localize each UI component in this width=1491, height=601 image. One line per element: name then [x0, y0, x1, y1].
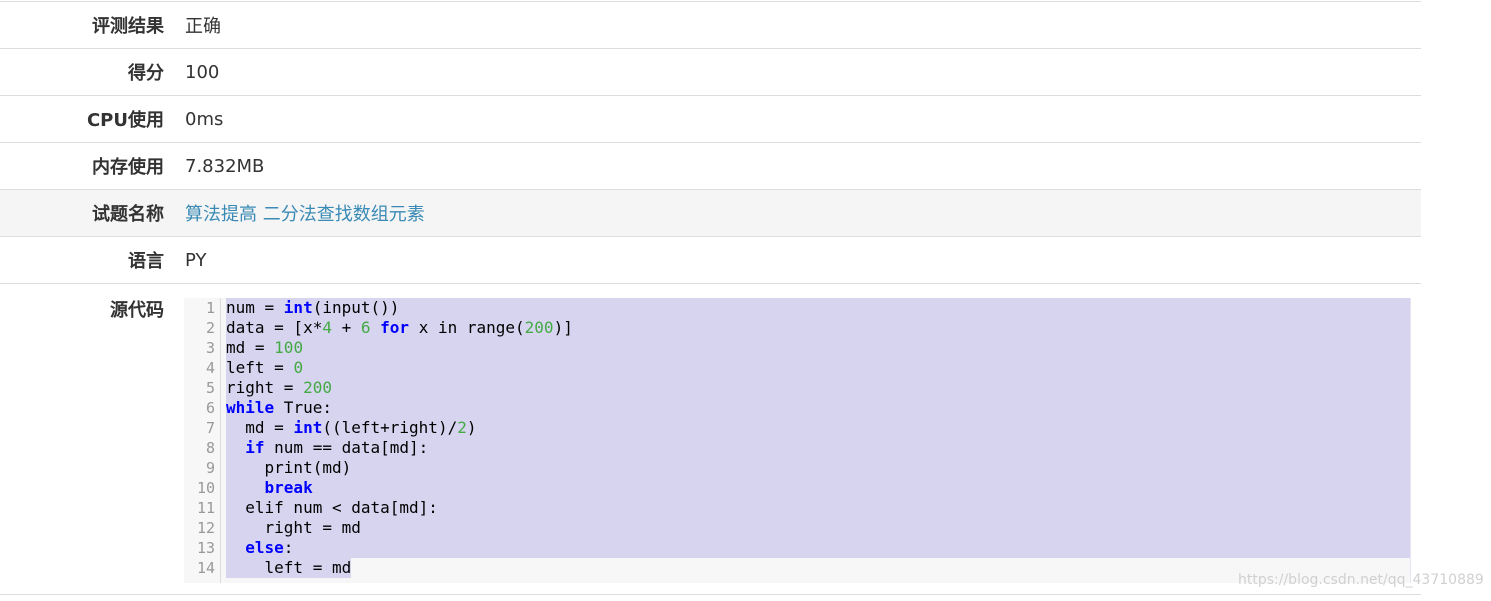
watermark: https://blog.csdn.net/qq_43710889 — [1238, 572, 1484, 588]
row-language: 语言 PY — [0, 237, 1421, 284]
code-line: left = 0 — [226, 358, 1410, 378]
problem-link[interactable]: 算法提高 二分法查找数组元素 — [185, 204, 425, 225]
code-line: right = md — [226, 518, 1410, 538]
label-result: 评测结果 — [92, 16, 164, 37]
code-line: elif num < data[md]: — [226, 498, 1410, 518]
value-problem-name: 算法提高 二分法查找数组元素 — [164, 200, 425, 226]
line-number: 1 — [205, 299, 215, 317]
line-number: 6 — [205, 399, 215, 417]
code-line: num = int(input()) — [226, 298, 1410, 318]
line-number: 5 — [205, 379, 215, 397]
row-result: 评测结果 正确 — [0, 2, 1421, 49]
row-cpu: CPU使用 0ms — [0, 96, 1421, 143]
code-viewer[interactable]: 1 2 3 4 5 6 7 8 9 10 11 12 13 14 num = i… — [184, 298, 1411, 583]
line-number: 14 — [196, 559, 215, 577]
line-number: 3 — [205, 339, 215, 357]
code-line: print(md) — [226, 458, 1410, 478]
line-number: 12 — [196, 519, 215, 537]
value-language: PY — [185, 249, 207, 271]
line-number: 10 — [196, 479, 215, 497]
value-result: 正确 — [185, 16, 221, 37]
line-number: 2 — [205, 319, 215, 337]
label-problem-name: 试题名称 — [92, 204, 164, 225]
line-number: 8 — [205, 439, 215, 457]
value-cpu: 0ms — [185, 108, 224, 130]
row-problem-name: 试题名称 算法提高 二分法查找数组元素 — [0, 190, 1421, 237]
code-line: data = [x*4 + 6 for x in range(200)] — [226, 318, 1410, 338]
line-number: 7 — [205, 419, 215, 437]
label-cpu: CPU使用 — [86, 110, 164, 131]
line-number: 11 — [196, 499, 215, 517]
value-score: 100 — [185, 61, 220, 83]
code-line: md = 100 — [226, 338, 1410, 358]
label-language: 语言 — [128, 251, 164, 272]
line-number: 4 — [205, 359, 215, 377]
code-lines[interactable]: num = int(input()) data = [x*4 + 6 for x… — [226, 298, 1410, 578]
code-line: right = 200 — [226, 378, 1410, 398]
line-number: 13 — [196, 539, 215, 557]
code-line: while True: — [226, 398, 1410, 418]
line-number-gutter: 1 2 3 4 5 6 7 8 9 10 11 12 13 14 — [184, 298, 221, 583]
code-line: left = md — [226, 558, 352, 578]
label-source-code: 源代码 — [110, 300, 164, 321]
label-score: 得分 — [128, 63, 164, 84]
line-number: 9 — [205, 459, 215, 477]
code-line: md = int((left+right)/2) — [226, 418, 1410, 438]
value-memory: 7.832MB — [185, 155, 265, 177]
code-line: break — [226, 478, 1410, 498]
row-score: 得分 100 — [0, 49, 1421, 96]
code-line: if num == data[md]: — [226, 438, 1410, 458]
label-memory: 内存使用 — [92, 157, 164, 178]
row-memory: 内存使用 7.832MB — [0, 143, 1421, 190]
code-line: else: — [226, 538, 1410, 558]
